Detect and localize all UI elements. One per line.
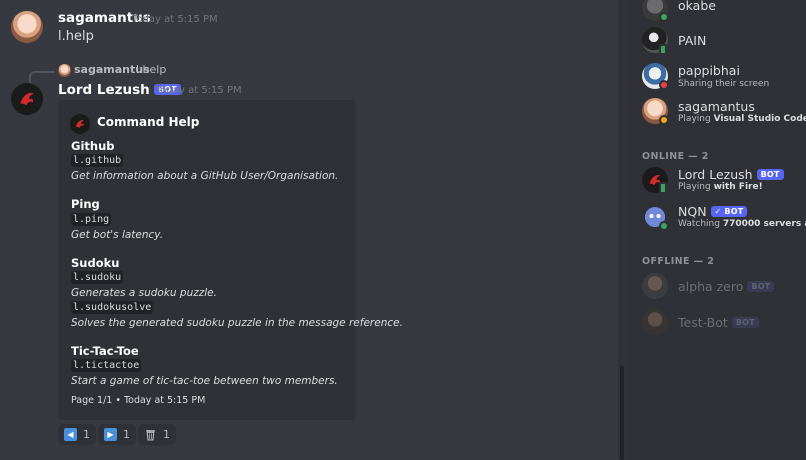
command-description: Generates a sudoku puzzle. <box>71 287 217 299</box>
member-name: PAIN <box>678 33 707 48</box>
command-description: Get information about a GitHub User/Orga… <box>71 170 339 182</box>
command-description: Solves the generated sudoku puzzle in th… <box>71 317 403 329</box>
verified-bot-tag: ✓ BOT <box>710 206 748 217</box>
reaction-previous[interactable]: ◀ 1 <box>58 424 96 445</box>
member-name: okabe <box>678 0 716 13</box>
avatar[interactable] <box>11 11 43 43</box>
reaction-count: 1 <box>83 428 90 441</box>
command-code: l.sudokusolve <box>71 301 154 314</box>
member-activity: Playing with Fire! <box>678 182 763 192</box>
reaction-count: 1 <box>163 428 170 441</box>
activity-prefix: Playing <box>678 182 714 192</box>
avatar <box>642 309 668 335</box>
activity-detail: with Fire! <box>713 182 763 192</box>
offline-section-header: OFFLINE — 2 <box>642 256 715 267</box>
reply-text[interactable]: l.help <box>136 63 166 76</box>
dragon-icon <box>20 92 34 106</box>
bot-tag: BOT <box>756 169 784 180</box>
member-name: alpha zero BOT <box>678 279 775 294</box>
activity-detail: 770000 servers an... <box>722 219 806 229</box>
member-name: NQN ✓ BOT <box>678 204 748 219</box>
member-name: Lord Lezush BOT <box>678 167 784 182</box>
activity-prefix: Playing <box>678 114 714 124</box>
status-mobile-icon <box>659 44 667 55</box>
chat-scrollbar-thumb[interactable] <box>620 366 624 460</box>
embed-field-name: Tic-Tac-Toe <box>71 344 139 358</box>
message-timestamp: Today at 5:15 PM <box>156 85 242 96</box>
status-online-icon <box>659 12 669 22</box>
member-okabe[interactable]: okabe <box>642 0 806 28</box>
member-activity: Watching 770000 servers an... <box>678 219 806 229</box>
dragon-icon <box>75 120 85 129</box>
online-section-header: ONLINE — 2 <box>642 151 709 162</box>
wastebasket-icon <box>144 428 157 441</box>
status-online-icon <box>659 221 669 231</box>
embed-author-icon <box>70 114 90 134</box>
embed-field-name: Github <box>71 139 115 153</box>
status-idle-icon <box>659 115 669 125</box>
member-lord-lezush[interactable]: Lord Lezush BOT Playing with Fire! <box>642 166 806 206</box>
member-nqn[interactable]: NQN✓ BOT Watching 770000 servers an... <box>642 203 806 243</box>
reply-connector <box>29 71 55 83</box>
reaction-next[interactable]: ▶ 1 <box>98 424 136 445</box>
embed-author: Command Help <box>97 115 200 129</box>
bot-tag: BOT <box>747 281 775 292</box>
author-name[interactable]: Lord Lezush <box>58 82 150 98</box>
chat-area: sagamantus Today at 5:15 PM l.help sagam… <box>0 0 618 460</box>
reaction-delete[interactable]: 1 <box>138 424 176 445</box>
activity-prefix: Watching <box>678 219 723 229</box>
command-code: l.github <box>71 154 124 167</box>
avatar[interactable] <box>11 83 43 115</box>
command-description: Start a game of tic-tac-toe between two … <box>71 375 338 387</box>
member-pain[interactable]: PAIN <box>642 26 806 66</box>
reply-avatar[interactable] <box>58 64 71 77</box>
member-alpha-zero[interactable]: alpha zero BOT <box>642 272 806 312</box>
bot-tag: BOT <box>731 317 759 328</box>
member-name: sagamantus <box>678 99 755 114</box>
member-list: okabe PAIN pappibhai Sharing their scree… <box>626 0 806 460</box>
status-mobile-icon <box>659 182 667 194</box>
member-name: Test-Bot BOT <box>678 315 759 330</box>
member-name: pappibhai <box>678 63 740 78</box>
command-code: l.tictactoe <box>71 359 142 372</box>
embed-footer: Page 1/1 • Today at 5:15 PM <box>71 395 206 406</box>
embed-field-name: Sudoku <box>71 256 120 270</box>
member-name-text: NQN <box>678 204 707 219</box>
member-sagamantus[interactable]: sagamantus Playing Visual Studio Code <box>642 97 806 137</box>
member-pappibhai[interactable]: pappibhai Sharing their screen <box>642 62 806 102</box>
member-name-text: Test-Bot <box>678 315 728 330</box>
member-activity: Sharing their screen <box>678 79 770 89</box>
member-name-text: Lord Lezush <box>678 167 753 182</box>
command-code: l.ping <box>71 213 112 226</box>
status-dnd-icon <box>659 80 669 90</box>
arrow-forward-icon: ▶ <box>104 428 117 441</box>
embed-field-name: Ping <box>71 197 100 211</box>
member-name-text: alpha zero <box>678 279 744 294</box>
avatar <box>642 273 668 299</box>
embed: Command Help Github l.github Get informa… <box>58 100 403 420</box>
member-activity: Playing Visual Studio Code <box>678 114 806 124</box>
message-text: l.help <box>58 29 94 44</box>
message-timestamp: Today at 5:15 PM <box>132 14 218 25</box>
arrow-backward-icon: ◀ <box>64 428 77 441</box>
activity-detail: Visual Studio Code <box>713 114 806 124</box>
command-description: Get bot's latency. <box>71 229 164 241</box>
member-test-bot[interactable]: Test-Bot BOT <box>642 308 806 348</box>
reaction-count: 1 <box>123 428 130 441</box>
command-code: l.sudoku <box>71 271 124 284</box>
